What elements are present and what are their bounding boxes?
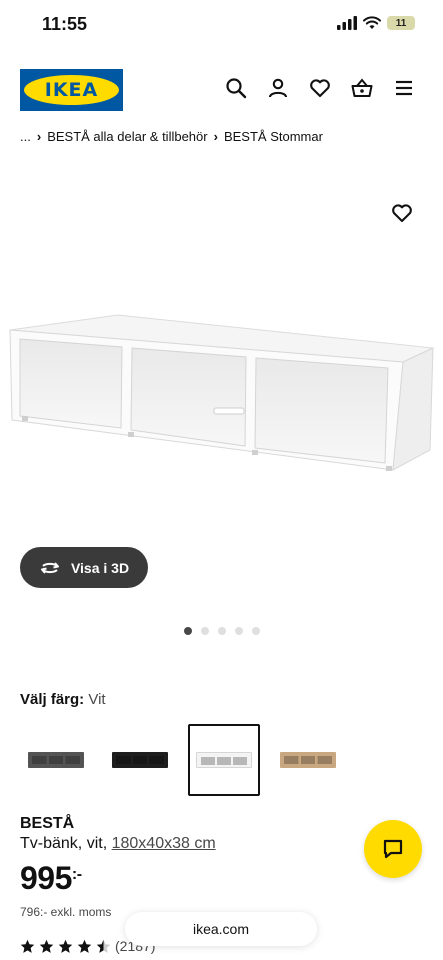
carousel-dot[interactable] [252,627,260,635]
carousel-dot[interactable] [218,627,226,635]
product-name: BESTÅ [20,815,75,832]
signal-icon [337,16,357,30]
breadcrumb-ellipsis[interactable]: ... [20,129,31,144]
battery-indicator: 11 [387,16,415,30]
site-header: IKEA [0,64,443,116]
heart-icon [392,204,412,223]
star-icon [39,939,54,953]
swatch-dark-grey[interactable] [20,724,92,796]
chat-icon [383,839,403,859]
product-description-text: Tv-bänk, vit, [20,835,108,852]
breadcrumb-item-besta-frames[interactable]: BESTÅ Stommar [224,129,323,144]
swatch-oak[interactable] [272,724,344,796]
wifi-icon [363,16,381,29]
favorites-icon[interactable] [309,77,331,99]
logo-oval: IKEA [24,75,119,105]
breadcrumb-separator: › [213,129,218,144]
color-swatches [20,724,344,796]
swatch-white[interactable] [188,724,260,796]
color-value: Vit [88,691,106,708]
price-suffix: :- [71,866,82,883]
rotate-3d-icon [40,561,59,574]
view-in-3d-label: Visa i 3D [70,559,130,576]
color-select-label: Välj färg: Vit [20,691,106,708]
color-label-text: Välj färg: [20,691,85,708]
breadcrumb-separator: › [36,129,42,144]
product-price: 995:- [20,860,82,897]
ikea-logo[interactable]: IKEA [20,69,123,111]
swatch-black[interactable] [104,724,176,796]
basket-icon[interactable] [351,77,373,99]
product-description: Tv-bänk, vit, 180x40x38 cm [20,835,216,853]
status-time: 11:55 [42,14,88,34]
status-icons: 11 [337,16,415,30]
view-in-3d-button[interactable]: Visa i 3D [20,547,148,588]
swatch-thumbnail [280,752,336,768]
logo-text: IKEA [44,79,99,101]
star-icon [77,939,92,953]
star-icon [20,939,35,953]
carousel-dot[interactable] [235,627,243,635]
menu-icon[interactable] [393,77,415,99]
product-dimensions-link[interactable]: 180x40x38 cm [112,835,216,852]
swatch-thumbnail [112,752,168,768]
search-icon[interactable] [225,77,247,99]
status-bar: 11:55 11 [0,0,443,52]
header-icons [225,77,415,99]
chat-button[interactable] [364,820,422,878]
browser-url-bar[interactable]: ikea.com [125,912,317,946]
swatch-thumbnail [196,752,252,768]
add-to-favorites-button[interactable] [391,202,413,224]
carousel-dot[interactable] [184,627,192,635]
account-icon[interactable] [267,77,289,99]
carousel-dot[interactable] [201,627,209,635]
price-excl-vat: 796:- exkl. moms [20,905,112,919]
swatch-thumbnail [28,752,84,768]
price-value: 995 [20,860,72,896]
half-star-icon [96,939,111,953]
breadcrumb-item-besta-all[interactable]: BESTÅ alla delar & tillbehör [47,129,207,144]
product-image[interactable] [8,300,438,480]
carousel-dots [184,627,260,635]
breadcrumb: ... › BESTÅ alla delar & tillbehör › BES… [20,129,323,144]
star-icon [58,939,73,953]
